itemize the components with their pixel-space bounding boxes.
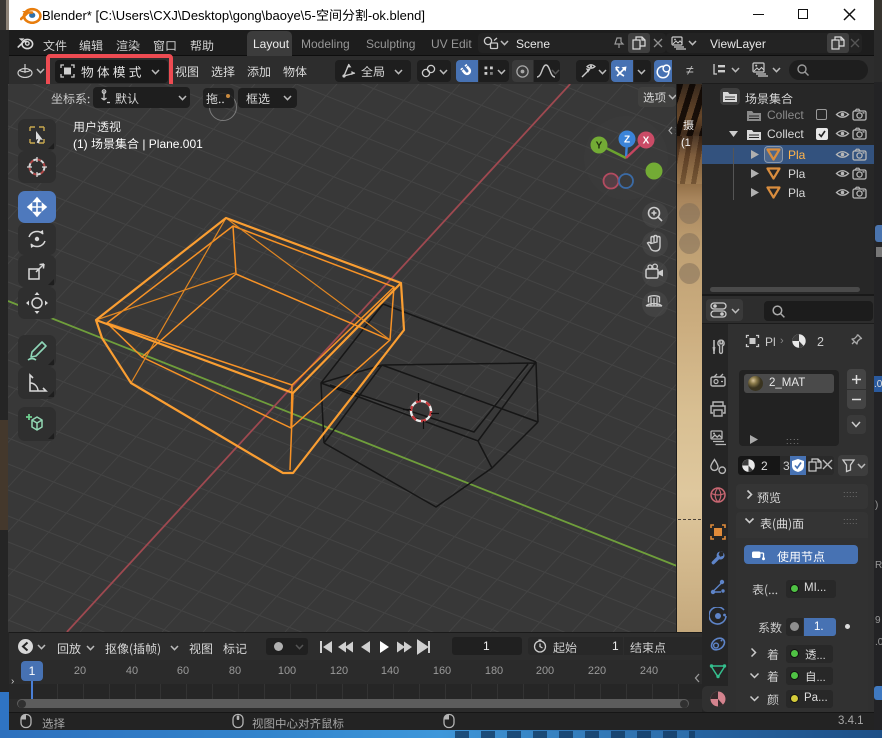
svg-text:Y: Y — [596, 141, 603, 152]
svg-text:Z: Z — [624, 135, 630, 146]
svg-text:X: X — [643, 136, 650, 147]
